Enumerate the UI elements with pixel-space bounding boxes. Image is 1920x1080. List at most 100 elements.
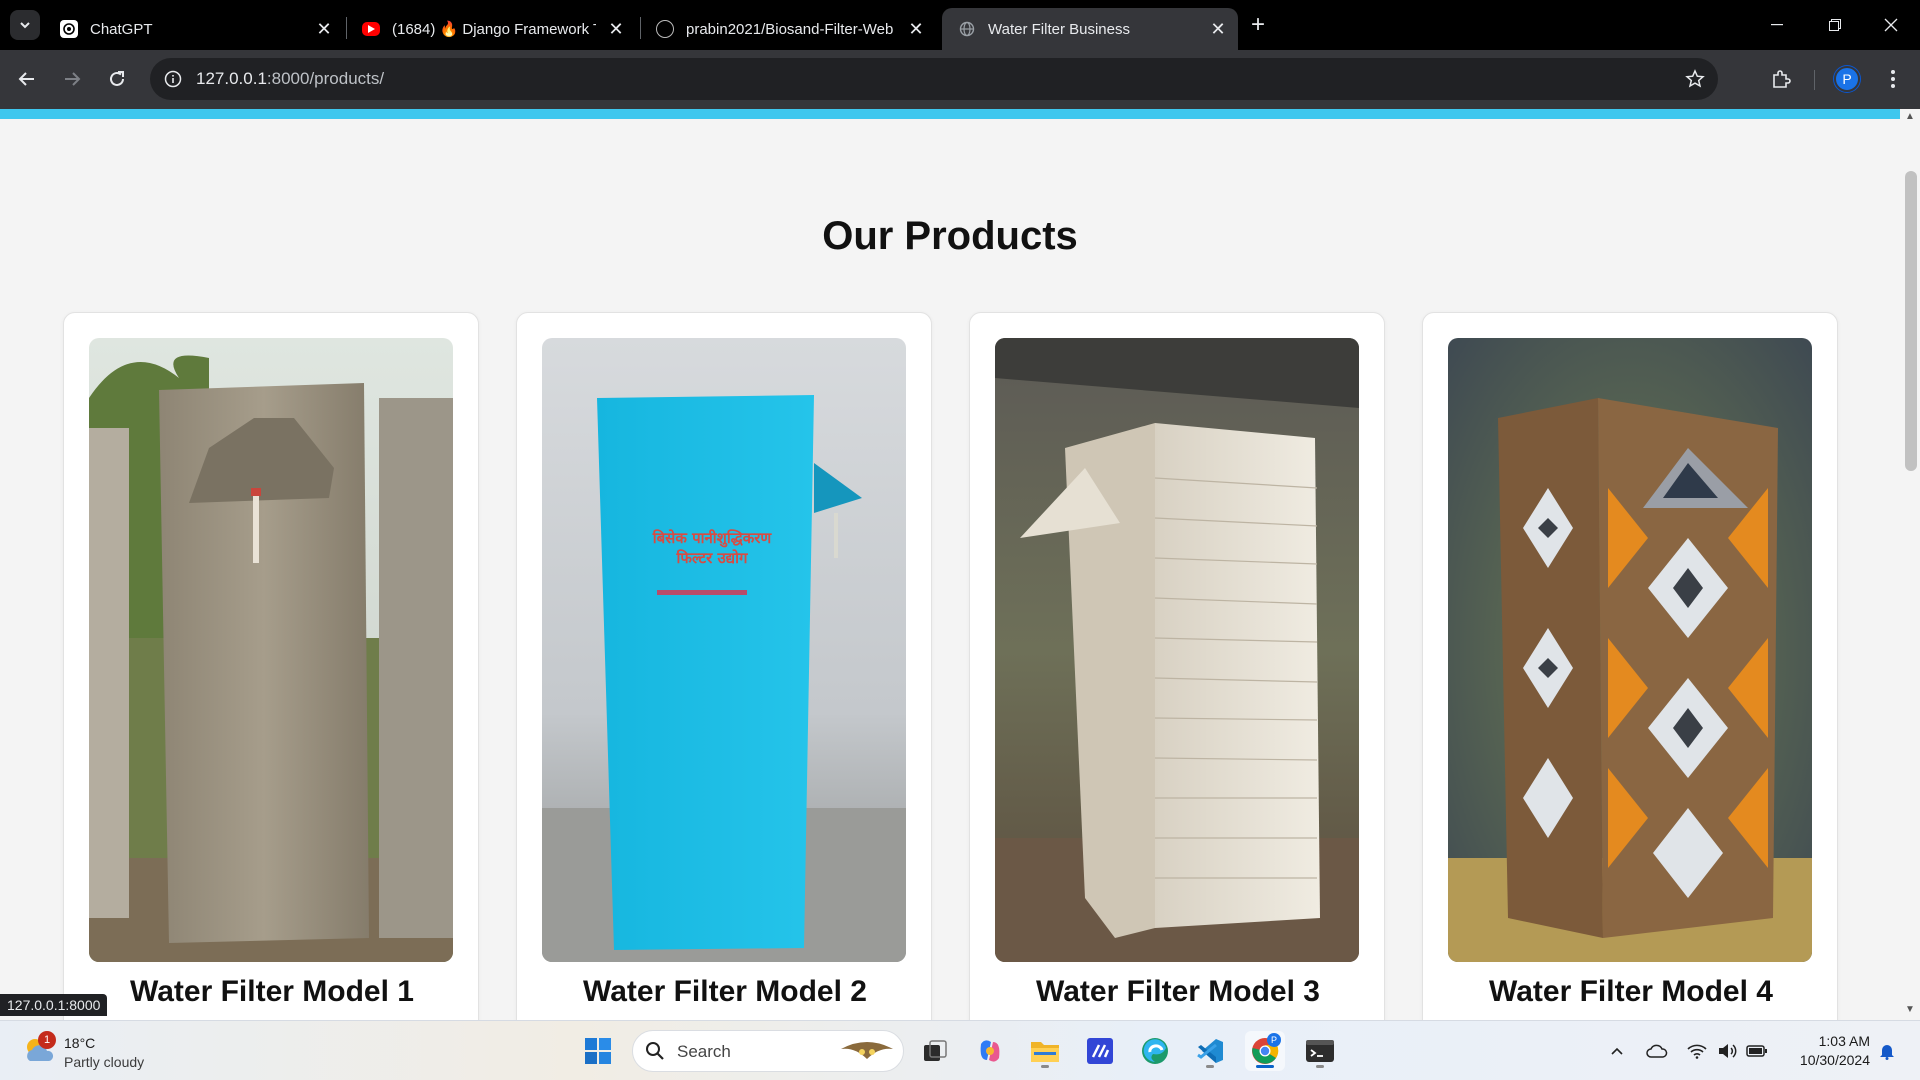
windows-logo-icon [585,1038,611,1064]
onedrive-tray-icon[interactable] [1642,1031,1672,1071]
back-arrow-icon [18,72,34,86]
product-name[interactable]: Water Filter Model 4 [1423,975,1839,1009]
profile-avatar[interactable]: P [1834,66,1860,92]
patterned-tile-filter-photo[interactable] [1448,338,1812,962]
scroll-up-icon[interactable]: ▲ [1904,111,1916,123]
vscode-button[interactable] [1190,1031,1230,1071]
battery-tray-icon[interactable] [1742,1031,1772,1071]
running-indicator [1256,1065,1274,1068]
tab-title: Water Filter Business [988,20,1130,38]
page-scrollbar[interactable]: ▲ ▼ [1900,109,1920,1020]
youtube-icon [362,22,380,36]
file-explorer-button[interactable] [1025,1031,1065,1071]
running-indicator [1316,1065,1324,1068]
search-icon [646,1042,664,1060]
restore-button[interactable] [1806,0,1864,50]
tab-title: prabin2021/Biosand-Filter-Web [686,20,894,38]
chatgpt-icon [60,20,78,38]
menu-button[interactable] [1876,62,1910,96]
weather-alert-badge: 1 [38,1031,56,1049]
copilot-button[interactable] [970,1031,1010,1071]
scroll-thumb[interactable] [1905,171,1917,471]
notification-bell-button[interactable] [1872,1031,1902,1071]
blue-filter-photo[interactable]: बिसेक पानीशुद्धिकरण फिल्टर उद्योग [542,338,906,962]
browser-toolbar: 127.0.0.1:8000/products/ P [0,50,1920,109]
product-card[interactable]: Water Filter Model 3 [969,312,1385,1020]
close-tab-icon[interactable]: ✕ [1208,19,1228,39]
puzzle-icon [1773,70,1791,88]
tab-youtube[interactable]: (1684) 🔥 Django Framework T ✕ [346,8,636,50]
forward-button[interactable] [55,62,89,96]
edge-button[interactable] [1135,1031,1175,1071]
start-button[interactable] [578,1031,618,1071]
wifi-icon [1687,1044,1707,1059]
product-card[interactable]: Water Filter Model 4 [1422,312,1838,1020]
extensions-button[interactable] [1764,62,1798,96]
globe-icon [958,20,976,38]
close-tab-icon[interactable]: ✕ [606,19,626,39]
link-status-bubble: 127.0.0.1:8000 [0,994,108,1016]
wifi-tray-icon[interactable] [1682,1031,1712,1071]
terminal-button[interactable] [1300,1031,1340,1071]
search-placeholder: Search [677,1042,731,1061]
tab-water-filter-business[interactable]: Water Filter Business ✕ [942,8,1238,50]
show-hidden-icons-button[interactable] [1602,1031,1632,1071]
page-viewport: Our Products Water Filter Model 1 बिसेक … [0,109,1920,1020]
page-title: Our Products [822,214,1078,258]
url-path: :8000/products/ [266,69,385,88]
chrome-profile-badge: P [1267,1033,1281,1047]
task-view-button[interactable] [915,1031,955,1071]
minimize-button[interactable] [1748,0,1806,50]
svg-text:बिसेक पानीशुद्धिकरण: बिसेक पानीशुद्धिकरण [652,529,773,548]
chrome-button[interactable]: P [1245,1031,1285,1071]
search-highlight-owl-icon [841,1042,893,1059]
terminal-icon [1306,1040,1334,1062]
weather-condition: Partly cloudy [64,1054,145,1070]
system-clock[interactable]: 1:03 AM 10/30/2024 [1776,1032,1870,1070]
product-name[interactable]: Water Filter Model 3 [970,975,1386,1009]
running-indicator [1206,1065,1214,1068]
url-text[interactable]: 127.0.0.1:8000/products/ [196,69,384,89]
minimize-icon [1771,24,1783,26]
product-card[interactable]: बिसेक पानीशुद्धिकरण फिल्टर उद्योग Water … [516,312,932,1020]
product-name[interactable]: Water Filter Model 1 [64,975,480,1009]
tab-search-button[interactable] [10,10,40,40]
battery-charging-icon [1746,1045,1767,1057]
new-tab-button[interactable]: + [1245,11,1271,38]
running-indicator [1041,1065,1049,1068]
close-tab-icon[interactable]: ✕ [314,19,334,39]
restore-icon [1829,19,1841,31]
code-editor-icon [1087,1038,1113,1064]
weather-temperature: 18°C [64,1035,96,1051]
white-tiled-filter-photo[interactable] [995,338,1359,962]
scroll-down-icon[interactable]: ▼ [1904,1004,1916,1016]
back-button[interactable] [10,62,44,96]
more-vert-icon [1891,70,1895,88]
close-window-button[interactable] [1862,0,1920,50]
tab-strip: ChatGPT ✕ (1684) 🔥 Django Framework T ✕ … [0,0,1920,50]
reload-button[interactable] [100,62,134,96]
close-tab-icon[interactable]: ✕ [906,19,926,39]
speaker-icon [1719,1044,1737,1058]
url-host: 127.0.0.1 [196,69,267,88]
vscode-icon [1197,1039,1223,1063]
address-bar[interactable]: 127.0.0.1:8000/products/ [150,58,1718,100]
svg-text:फिल्टर उद्योग: फिल्टर उद्योग [676,549,748,567]
tab-github[interactable]: prabin2021/Biosand-Filter-Web ✕ [640,8,936,50]
reload-icon [110,71,124,86]
product-name[interactable]: Water Filter Model 2 [517,975,933,1009]
product-card[interactable]: Water Filter Model 1 [63,312,479,1020]
bookmark-star-icon[interactable] [1682,66,1708,92]
vscode-insiders-button[interactable] [1080,1031,1120,1071]
weather-widget[interactable]: 1 18°C Partly cloudy [22,1031,182,1071]
clock-date: 10/30/2024 [1799,1052,1870,1068]
concrete-filter-photo[interactable] [89,338,453,962]
bell-icon [1880,1045,1894,1060]
site-info-icon[interactable] [160,66,186,92]
github-icon [656,20,674,38]
volume-tray-icon[interactable] [1712,1031,1742,1071]
copilot-icon [980,1040,1000,1062]
tab-chatgpt[interactable]: ChatGPT ✕ [44,8,344,50]
chevron-up-icon [1611,1047,1623,1055]
taskbar-search-box[interactable]: Search [632,1030,904,1072]
